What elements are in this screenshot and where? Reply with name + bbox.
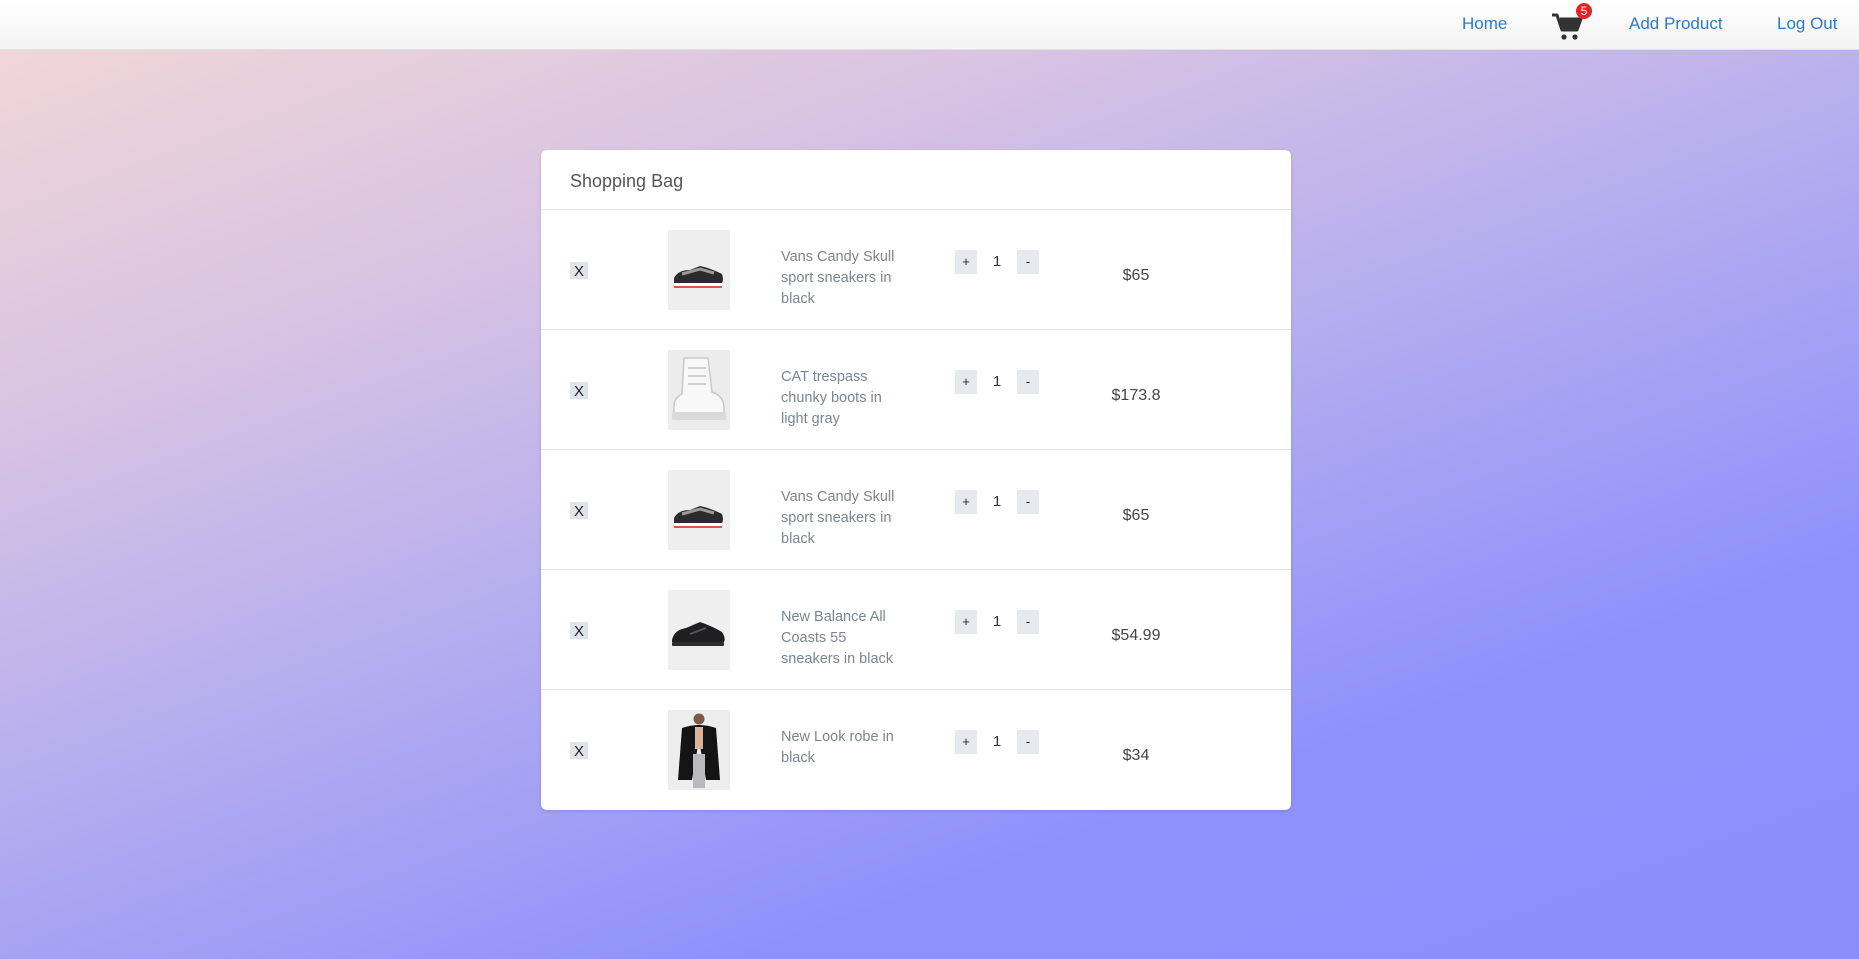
nav-log-out-link[interactable]: Log Out [1777, 14, 1838, 34]
quantity-value: 1 [992, 493, 1002, 510]
increase-quantity-button[interactable]: + [955, 370, 977, 394]
remove-item-button[interactable]: X [570, 262, 588, 280]
product-thumbnail [668, 590, 730, 670]
cart-button[interactable]: 5 [1551, 3, 1592, 44]
sneaker-icon [668, 470, 730, 550]
increase-quantity-button[interactable]: + [955, 610, 977, 634]
item-name: Vans Candy Skull sport sneakers in black [781, 249, 895, 307]
nav-home-link[interactable]: Home [1462, 14, 1507, 34]
item-price: $65 [1122, 507, 1150, 524]
black-sneaker-icon [668, 590, 730, 670]
remove-item-button[interactable]: X [570, 382, 588, 400]
increase-quantity-button[interactable]: + [955, 730, 977, 754]
increase-quantity-button[interactable]: + [955, 490, 977, 514]
boot-icon [668, 350, 730, 430]
quantity-value: 1 [992, 373, 1002, 390]
top-navbar: Home 5 Add Product Log Out [0, 0, 1859, 50]
bag-item-row: X New Look robe in black + 1 - $34 [541, 690, 1291, 810]
shopping-bag-card: Shopping Bag X Vans Candy Skull sport sn… [541, 150, 1291, 810]
decrease-quantity-button[interactable]: - [1017, 370, 1039, 394]
item-name: New Balance All Coasts 55 sneakers in bl… [781, 609, 894, 667]
item-price: $65 [1122, 267, 1150, 284]
bag-item-row: X New Balance All Coasts 55 sneakers in … [541, 570, 1291, 690]
decrease-quantity-button[interactable]: - [1017, 610, 1039, 634]
item-price: $34 [1122, 747, 1150, 764]
remove-item-button[interactable]: X [570, 622, 588, 640]
bag-item-row: X Vans Candy Skull sport sneakers in bla… [541, 450, 1291, 570]
remove-item-button[interactable]: X [570, 502, 588, 520]
quantity-value: 1 [992, 253, 1002, 270]
decrease-quantity-button[interactable]: - [1017, 490, 1039, 514]
bag-item-row: X CAT trespass chunky boots in light gra… [541, 330, 1291, 450]
item-price: $54.99 [1111, 627, 1161, 644]
bag-item-row: X Vans Candy Skull sport sneakers in bla… [541, 210, 1291, 330]
nav-add-product-link[interactable]: Add Product [1629, 14, 1723, 34]
item-name: CAT trespass chunky boots in light gray [781, 369, 882, 427]
item-name: New Look robe in black [781, 729, 894, 766]
quantity-value: 1 [992, 733, 1002, 750]
decrease-quantity-button[interactable]: - [1017, 250, 1039, 274]
shopping-bag-title: Shopping Bag [541, 150, 1291, 210]
remove-item-button[interactable]: X [570, 742, 588, 760]
decrease-quantity-button[interactable]: - [1017, 730, 1039, 754]
product-thumbnail [668, 350, 730, 430]
sneaker-icon [668, 230, 730, 310]
product-thumbnail [668, 470, 730, 550]
robe-icon [668, 710, 730, 790]
cart-count-badge: 5 [1576, 3, 1592, 19]
item-name: Vans Candy Skull sport sneakers in black [781, 489, 895, 547]
item-price: $173.8 [1111, 387, 1161, 404]
product-thumbnail [668, 230, 730, 310]
quantity-value: 1 [992, 613, 1002, 630]
product-thumbnail [668, 710, 730, 790]
increase-quantity-button[interactable]: + [955, 250, 977, 274]
